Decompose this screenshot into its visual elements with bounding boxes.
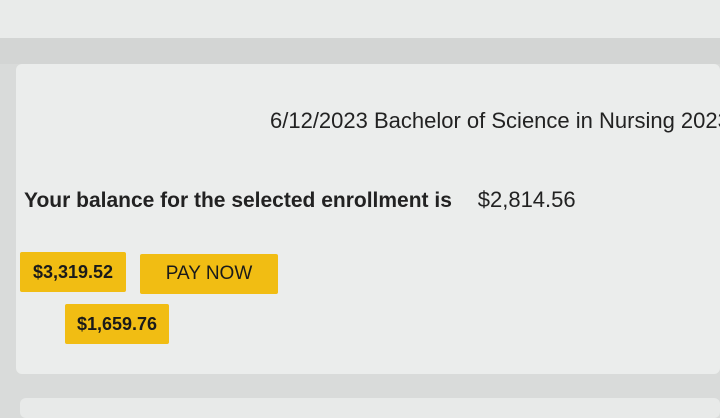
payment-amount-button-2[interactable]: $1,659.76 <box>65 304 169 344</box>
enrollment-balance-card: 6/12/2023 Bachelor of Science in Nursing… <box>16 64 720 374</box>
payment-amount-button-1[interactable]: $3,319.52 <box>20 252 126 292</box>
enrollment-title: 6/12/2023 Bachelor of Science in Nursing… <box>270 108 720 133</box>
balance-amount: $2,814.56 <box>477 187 576 212</box>
header-divider <box>0 38 720 64</box>
top-header-strip <box>0 0 720 38</box>
balance-row: Your balance for the selected enrollment… <box>24 186 576 215</box>
next-card <box>20 398 720 418</box>
pay-now-button[interactable]: PAY NOW <box>140 254 278 294</box>
balance-label: Your balance for the selected enrollment… <box>24 189 452 212</box>
